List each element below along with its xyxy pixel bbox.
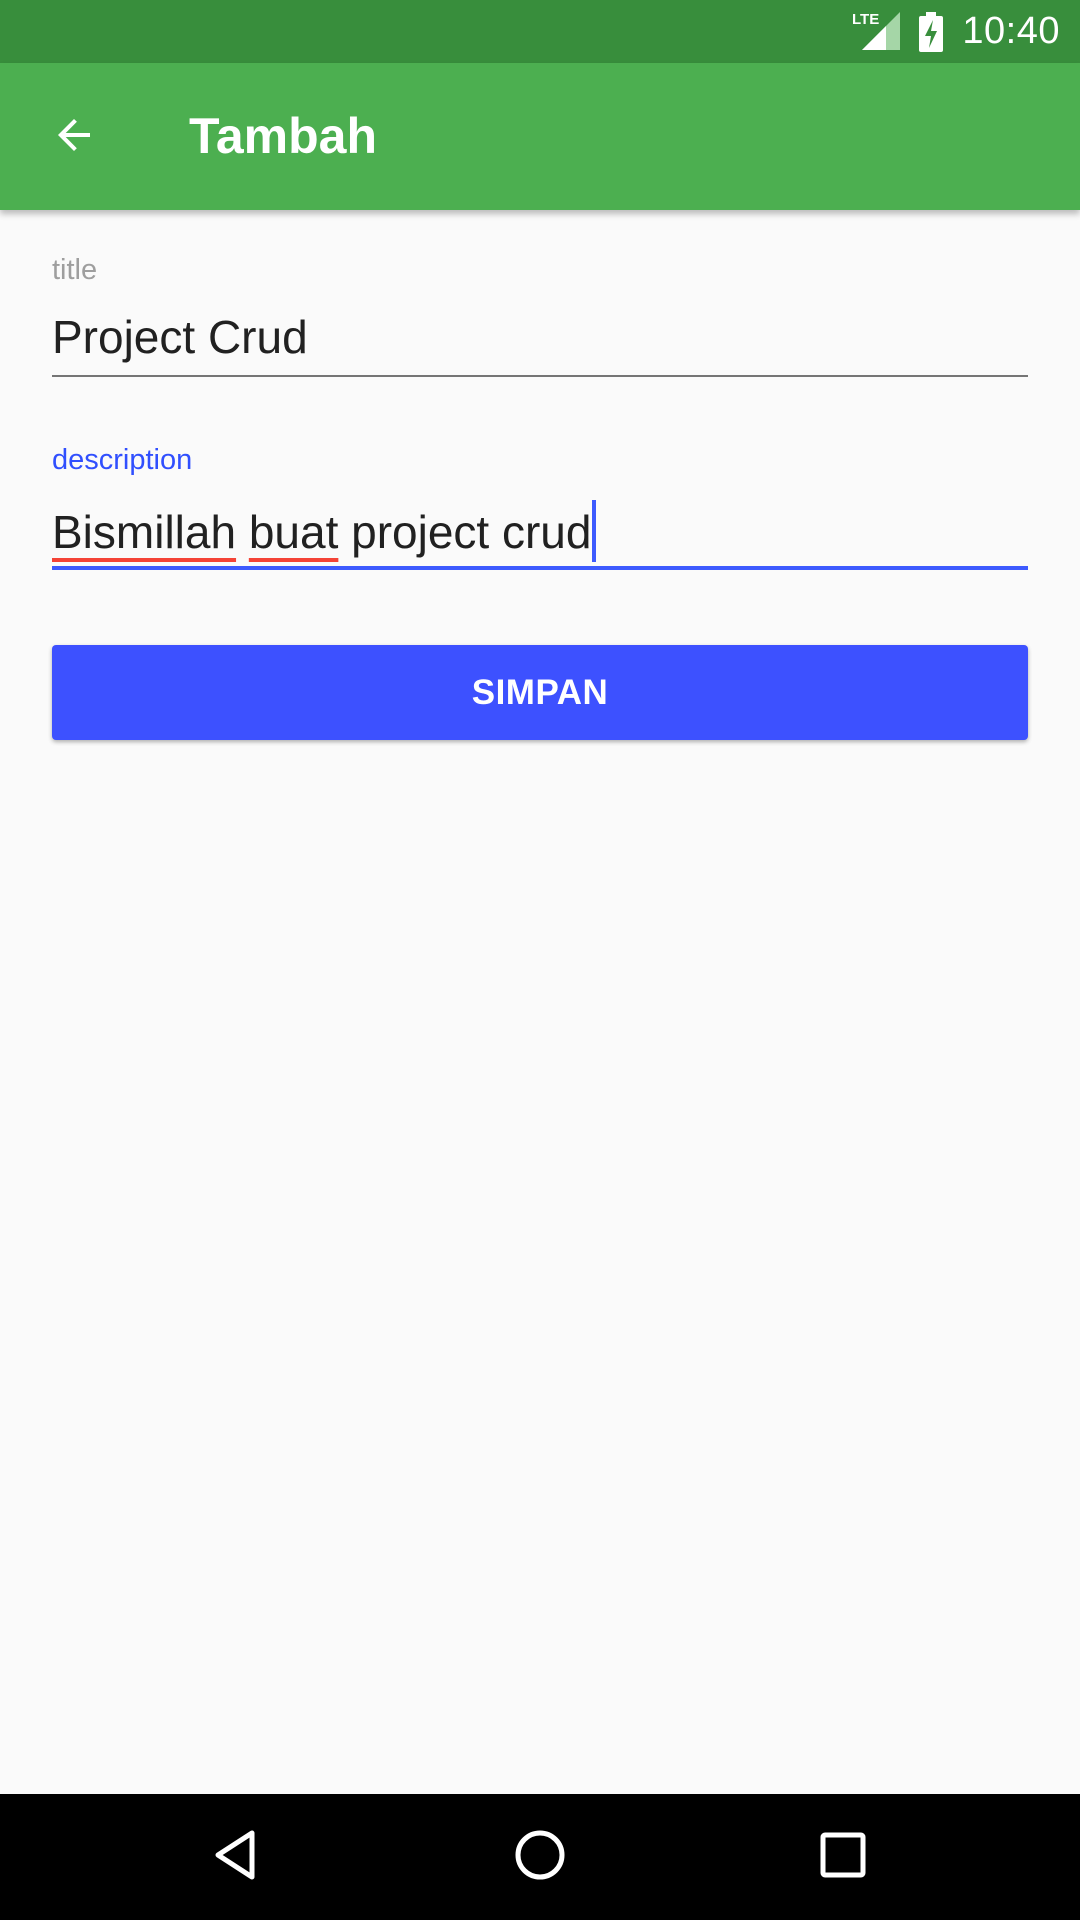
description-underline — [52, 566, 1028, 570]
save-button[interactable]: SIMPAN — [52, 645, 1028, 740]
text-cursor — [592, 500, 597, 562]
page-title: Tambah — [189, 108, 377, 164]
lte-label: LTE — [852, 11, 879, 28]
nav-recents-button[interactable] — [793, 1807, 893, 1907]
back-button[interactable] — [26, 89, 122, 185]
status-icons: LTE 10:40 — [852, 0, 1060, 63]
misspelled-word: Bismillah — [52, 506, 237, 558]
misspelled-word: buat — [248, 506, 339, 558]
arrow-back-icon — [50, 111, 98, 164]
title-input[interactable]: Project Crud — [52, 310, 308, 364]
status-bar: LTE 10:40 — [0, 0, 1080, 63]
description-field-label: description — [52, 444, 193, 476]
home-circle-icon — [510, 1825, 570, 1890]
nav-home-button[interactable] — [490, 1807, 590, 1907]
description-text: project crud — [351, 506, 592, 558]
description-field[interactable]: description Bismillah buat project crud — [52, 438, 1028, 570]
navigation-bar — [0, 1794, 1080, 1920]
status-time: 10:40 — [962, 10, 1060, 52]
title-field-label: title — [52, 254, 98, 286]
title-underline — [52, 375, 1028, 377]
title-field[interactable]: title Project Crud — [52, 248, 1028, 378]
nav-back-button[interactable] — [186, 1807, 286, 1907]
app-bar: Tambah — [0, 63, 1080, 210]
battery-charging-icon — [918, 11, 944, 52]
description-input[interactable]: Bismillah buat project crud — [52, 500, 597, 562]
lte-signal-icon: LTE — [852, 10, 901, 54]
back-triangle-icon — [206, 1825, 266, 1890]
recents-square-icon — [813, 1825, 873, 1890]
